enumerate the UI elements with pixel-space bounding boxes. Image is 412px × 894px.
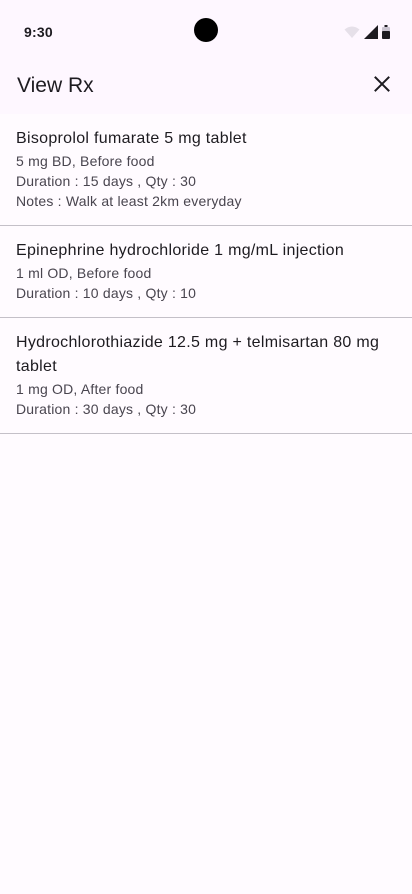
drug-duration: Duration : 30 days , Qty : 30: [16, 401, 197, 417]
page-title: View Rx: [17, 74, 94, 97]
drug-duration: Duration : 10 days , Qty : 10: [16, 285, 197, 301]
list-item[interactable]: Hydrochlorothiazide 12.5 mg + telmisarta…: [0, 318, 412, 434]
drug-name: Bisoprolol fumarate 5 mg tablet: [16, 130, 247, 147]
status-time: 9:30: [24, 24, 53, 40]
drug-name: Hydrochlorothiazide 12.5 mg + telmisarta…: [16, 334, 380, 375]
wifi-icon: [344, 26, 360, 44]
list-item[interactable]: Bisoprolol fumarate 5 mg tablet 5 mg BD,…: [0, 114, 412, 226]
drug-duration: Duration : 15 days , Qty : 30: [16, 173, 197, 189]
prescription-list: Bisoprolol fumarate 5 mg tablet 5 mg BD,…: [0, 114, 412, 894]
camera-cutout: [194, 18, 218, 42]
list-item[interactable]: Epinephrine hydrochloride 1 mg/mL inject…: [0, 226, 412, 318]
top-app-bar: View Rx: [0, 58, 412, 114]
close-button[interactable]: [368, 72, 396, 100]
status-icons: [344, 25, 390, 44]
drug-notes: Notes : Walk at least 2km everyday: [16, 193, 242, 209]
drug-name: Epinephrine hydrochloride 1 mg/mL inject…: [16, 242, 345, 259]
drug-dosage: 1 ml OD, Before food: [16, 265, 152, 281]
drug-dosage: 5 mg BD, Before food: [16, 153, 155, 169]
drug-dosage: 1 mg OD, After food: [16, 381, 144, 397]
status-bar: 9:30: [0, 0, 412, 58]
battery-icon: [382, 25, 390, 44]
signal-icon: [364, 25, 378, 44]
close-icon: [374, 75, 390, 97]
